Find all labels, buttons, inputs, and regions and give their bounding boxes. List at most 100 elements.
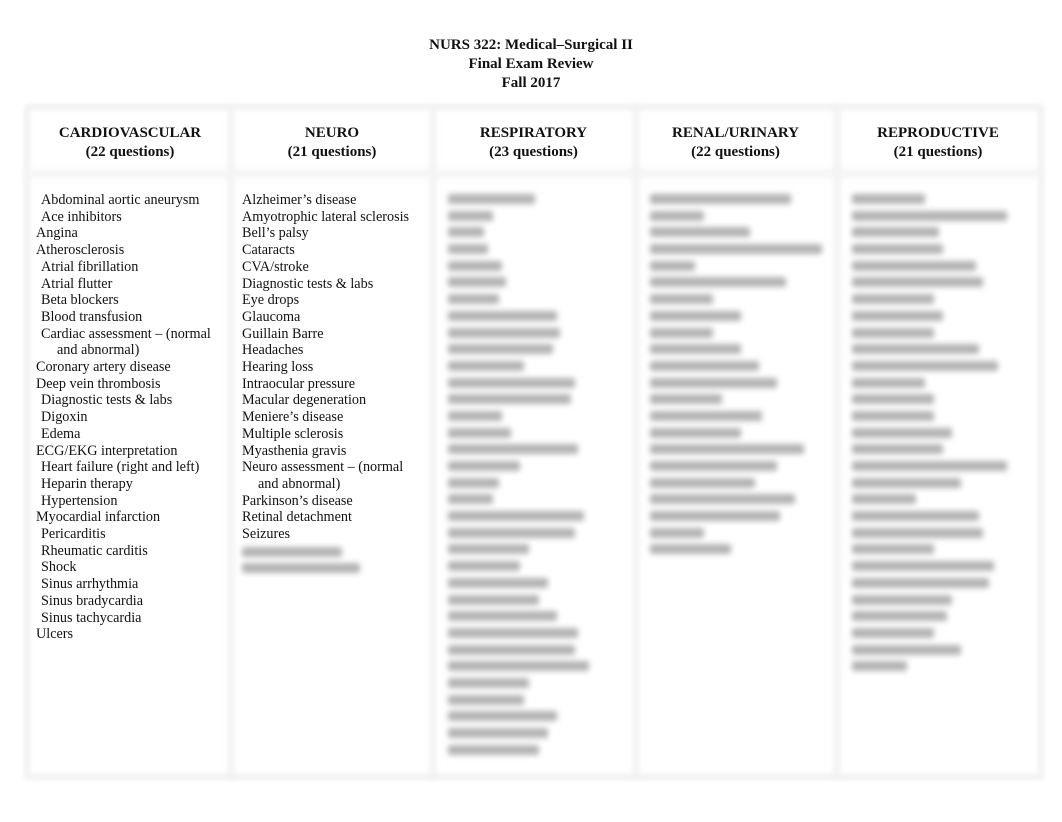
redacted-line [448,227,484,238]
redacted-line [852,410,934,421]
redacted-line [650,227,750,238]
question-count: (21 questions) [287,144,377,160]
topic-item: Myocardial infarction [36,509,211,526]
redacted-line [852,277,983,288]
redacted-line [448,661,589,672]
redacted-line [852,494,916,505]
topic-item: Shock [36,559,211,576]
topic-label: Diagnostic tests & labs [242,275,374,292]
redacted-topic-list [448,194,589,761]
topic-item: Intraocular pressure [242,376,409,393]
redacted-line [650,294,713,305]
column-title: RESPIRATORY [479,125,588,141]
topic-item: Hearing loss [242,359,409,376]
redacted-line [448,561,520,572]
redacted-line [852,244,943,255]
topic-label: Atrial flutter [41,275,113,292]
redacted-topic-list [650,194,822,561]
question-count: (22 questions) [691,144,780,160]
redacted-topic-list [242,546,409,574]
topic-label-continuation: and abnormal) [57,342,140,359]
redacted-line [852,427,952,438]
redacted-line [852,544,934,555]
redacted-line [852,611,947,622]
redacted-line [448,544,529,555]
redacted-line [448,677,529,688]
topic-label: Seizures [242,526,291,543]
topic-label: Bell’s palsy [242,225,309,242]
redacted-topic-list [852,194,1007,678]
redacted-line [852,227,939,238]
redacted-line [448,644,575,655]
redacted-line [448,260,502,271]
course-title: NURS 322: Medical–Surgical II [429,37,633,53]
redacted-line [448,594,539,605]
redacted-line [448,410,502,421]
redacted-line [448,627,578,638]
redacted-line [650,427,741,438]
topic-label: Pericarditis [41,526,106,543]
redacted-line [852,327,934,338]
topic-label: Cataracts [242,242,295,259]
topic-item: Edema [36,426,211,443]
topic-item: Cataracts [242,242,409,259]
column-header: REPRODUCTIVE (21 questions) [840,108,1036,162]
redacted-line [448,494,493,505]
column-divider [228,106,234,778]
redacted-line [448,294,499,305]
question-count: (22 questions) [85,144,175,160]
topic-item: Abdominal aortic aneurysm [36,192,211,209]
exam-review-page: NURS 322: Medical–Surgical II Final Exam… [0,0,1062,822]
redacted-line [448,360,524,371]
column-title: NEURO [304,125,360,141]
topic-item: Heart failure (right and left) [36,459,211,476]
topic-label: Retinal detachment [242,509,352,526]
column-header: RESPIRATORY (23 questions) [436,108,631,162]
topic-label: Eye drops [242,292,300,309]
topic-item: Ulcers [36,626,211,643]
topic-label-continuation: and abnormal) [258,475,341,492]
redacted-line [448,511,584,522]
column-divider [430,106,436,778]
redacted-line [650,260,695,271]
column-header: CARDIOVASCULAR (22 questions) [30,108,230,162]
topic-item: Atherosclerosis [36,242,211,259]
topic-item: Rheumatic carditis [36,543,211,560]
topic-item: Retinal detachment [242,509,409,526]
topic-item: Hypertension [36,493,211,510]
redacted-line [650,244,822,255]
topic-item: Myasthenia gravis [242,443,409,460]
topic-item: Alzheimer’s disease [242,192,409,209]
redacted-line [852,577,989,588]
topic-item: Guillain Barre [242,326,409,343]
topic-label: Blood transfusion [41,308,143,325]
exam-subtitle: Final Exam Review [468,56,594,72]
topic-item: Parkinson’s disease [242,493,409,510]
term-label: Fall 2017 [501,75,561,91]
topic-label: Atherosclerosis [36,242,125,259]
topic-item: Cardiac assessment – (normal and abnormal… [36,326,211,359]
redacted-line [448,427,511,438]
topic-label: Macular degeneration [242,392,367,409]
column-divider [834,106,840,778]
topic-label: Rheumatic carditis [41,542,148,559]
topic-label: Coronary artery disease [36,359,171,376]
redacted-line [650,194,791,204]
topic-label: Sinus bradycardia [41,592,144,609]
redacted-line [650,477,755,488]
redacted-line [650,527,704,538]
topic-label: Cardiac assessment – (normal [41,325,211,342]
column-header: RENAL/URINARY (22 questions) [638,108,833,162]
topic-label: Neuro assessment – (normal [242,459,404,476]
redacted-line [852,527,983,538]
topic-label: Abdominal aortic aneurysm [41,192,200,208]
redacted-line [448,611,557,622]
redacted-line [852,394,934,405]
redacted-line [448,694,524,705]
redacted-line [852,294,934,305]
topic-label: Digoxin [41,409,88,426]
redacted-line [852,310,943,321]
column-neuro: NEURO (21 questions) Alzheimer’s disease… [234,108,430,574]
redacted-line [650,461,777,471]
redacted-line [448,394,571,405]
